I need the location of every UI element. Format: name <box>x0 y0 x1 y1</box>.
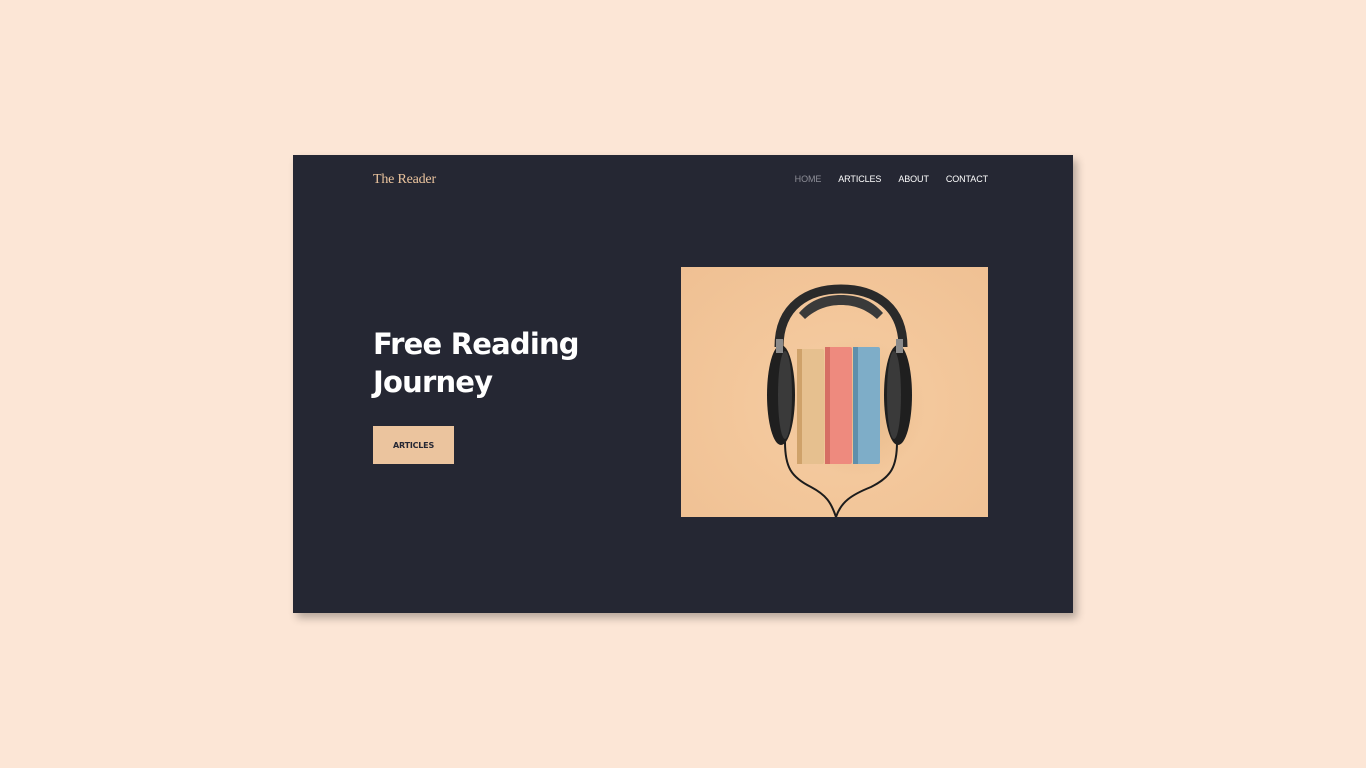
hinge-left <box>776 339 783 353</box>
nav-about-link[interactable]: ABOUT <box>898 174 929 184</box>
nav-contact-link[interactable]: CONTACT <box>946 174 988 184</box>
nav-articles-link[interactable]: ARTICLES <box>838 174 881 184</box>
ear-cup-left-ring <box>778 351 792 439</box>
headphones-books-illustration <box>767 284 926 517</box>
hero-title-line-1: Free Reading <box>373 327 580 361</box>
book-yellow-spine <box>797 349 802 464</box>
main-nav: HOME ARTICLES ABOUT CONTACT <box>795 174 988 184</box>
book-blue-spine <box>853 347 858 464</box>
nav-home-link[interactable]: HOME <box>795 174 822 184</box>
hinge-right <box>896 339 903 353</box>
book-pink-spine <box>825 347 830 464</box>
ear-cup-right-ring <box>887 351 901 439</box>
hero-title: Free Reading Journey <box>373 325 580 401</box>
brand-logo[interactable]: The Reader <box>373 172 436 188</box>
hero-card: The Reader HOME ARTICLES ABOUT CONTACT F… <box>293 155 1073 613</box>
hero-image <box>681 267 988 517</box>
hero-title-line-2: Journey <box>373 365 493 399</box>
articles-button[interactable]: ARTICLES <box>373 426 454 464</box>
